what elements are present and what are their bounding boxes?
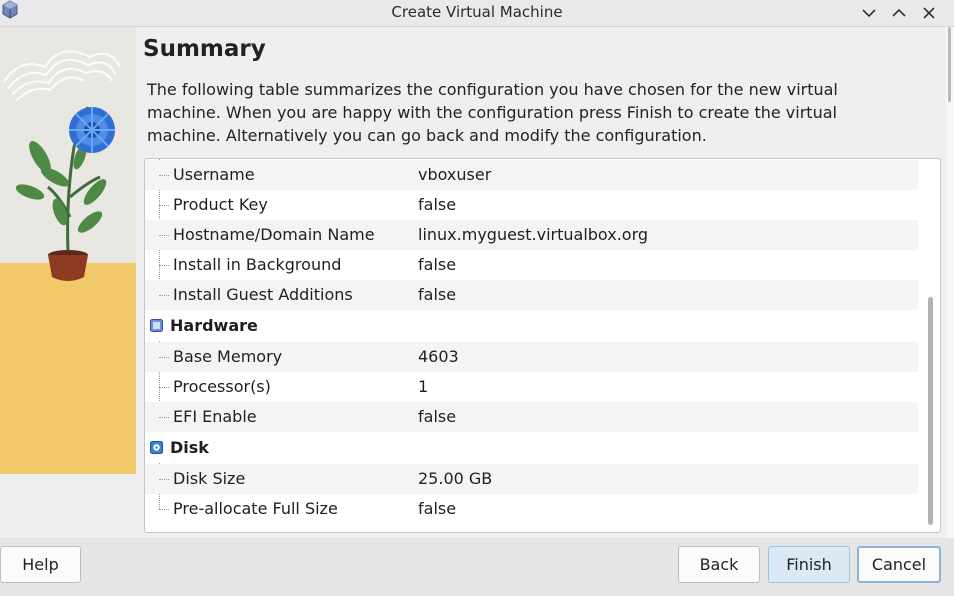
minimize-button[interactable] <box>858 2 880 24</box>
close-icon <box>923 7 935 19</box>
table-row[interactable]: Product Key false <box>145 190 918 220</box>
table-row[interactable]: Install Guest Additions false <box>145 280 918 310</box>
row-value: 4603 <box>418 347 459 366</box>
close-button[interactable] <box>918 2 940 24</box>
wizard-illustration <box>0 27 136 474</box>
help-button[interactable]: Help <box>0 546 81 583</box>
page-scrollbar-thumb[interactable] <box>948 27 951 102</box>
table-row[interactable]: Pre-allocate Full Size false <box>145 494 918 524</box>
table-scrollbar-thumb[interactable] <box>928 297 933 525</box>
row-key: Install in Background <box>173 255 342 274</box>
row-key: Base Memory <box>173 347 283 366</box>
maximize-button[interactable] <box>888 2 910 24</box>
row-value: false <box>418 499 457 518</box>
row-key: Pre-allocate Full Size <box>173 499 338 518</box>
category-hardware[interactable]: Hardware <box>145 311 918 341</box>
row-value: 25.00 GB <box>418 469 493 488</box>
row-key: Disk Size <box>173 469 246 488</box>
row-key: Processor(s) <box>173 377 271 396</box>
back-button[interactable]: Back <box>678 546 760 583</box>
category-disk[interactable]: Disk <box>145 433 918 463</box>
row-value: 1 <box>418 377 429 396</box>
row-key: EFI Enable <box>173 407 257 426</box>
row-key: Hostname/Domain Name <box>173 225 375 244</box>
cancel-button[interactable]: Cancel <box>857 546 941 583</box>
table-row[interactable]: Disk Size 25.00 GB <box>145 464 918 494</box>
row-key: Username <box>173 165 255 184</box>
row-value: false <box>418 407 457 426</box>
table-row[interactable]: Processor(s) 1 <box>145 372 918 402</box>
table-row[interactable]: EFI Enable false <box>145 402 918 432</box>
summary-table[interactable]: Username vboxuser Product Key false Host… <box>144 158 941 533</box>
category-label: Hardware <box>170 316 258 335</box>
category-label: Disk <box>170 438 209 457</box>
page-scrollbar[interactable] <box>946 27 954 538</box>
table-row[interactable]: Username vboxuser <box>145 160 918 190</box>
disk-icon <box>150 441 163 454</box>
chip-icon <box>150 319 163 332</box>
row-value: false <box>418 255 457 274</box>
row-value: false <box>418 195 457 214</box>
title-bar: Create Virtual Machine <box>0 0 954 27</box>
row-value: vboxuser <box>418 165 492 184</box>
table-row[interactable]: Install in Background false <box>145 250 918 280</box>
page-description: The following table summarizes the confi… <box>147 80 838 145</box>
chevron-down-icon <box>862 9 876 18</box>
chevron-up-icon <box>892 8 906 17</box>
row-key: Install Guest Additions <box>173 285 353 304</box>
table-row[interactable]: Base Memory 4603 <box>145 342 918 372</box>
finish-button[interactable]: Finish <box>768 546 850 583</box>
table-row[interactable]: Hostname/Domain Name linux.myguest.virtu… <box>145 220 918 250</box>
row-value: linux.myguest.virtualbox.org <box>418 225 649 244</box>
row-value: false <box>418 285 457 304</box>
row-key: Product Key <box>173 195 268 214</box>
window-title: Create Virtual Machine <box>391 3 563 21</box>
table-scrollbar[interactable] <box>925 159 937 531</box>
page-title: Summary <box>143 36 266 62</box>
